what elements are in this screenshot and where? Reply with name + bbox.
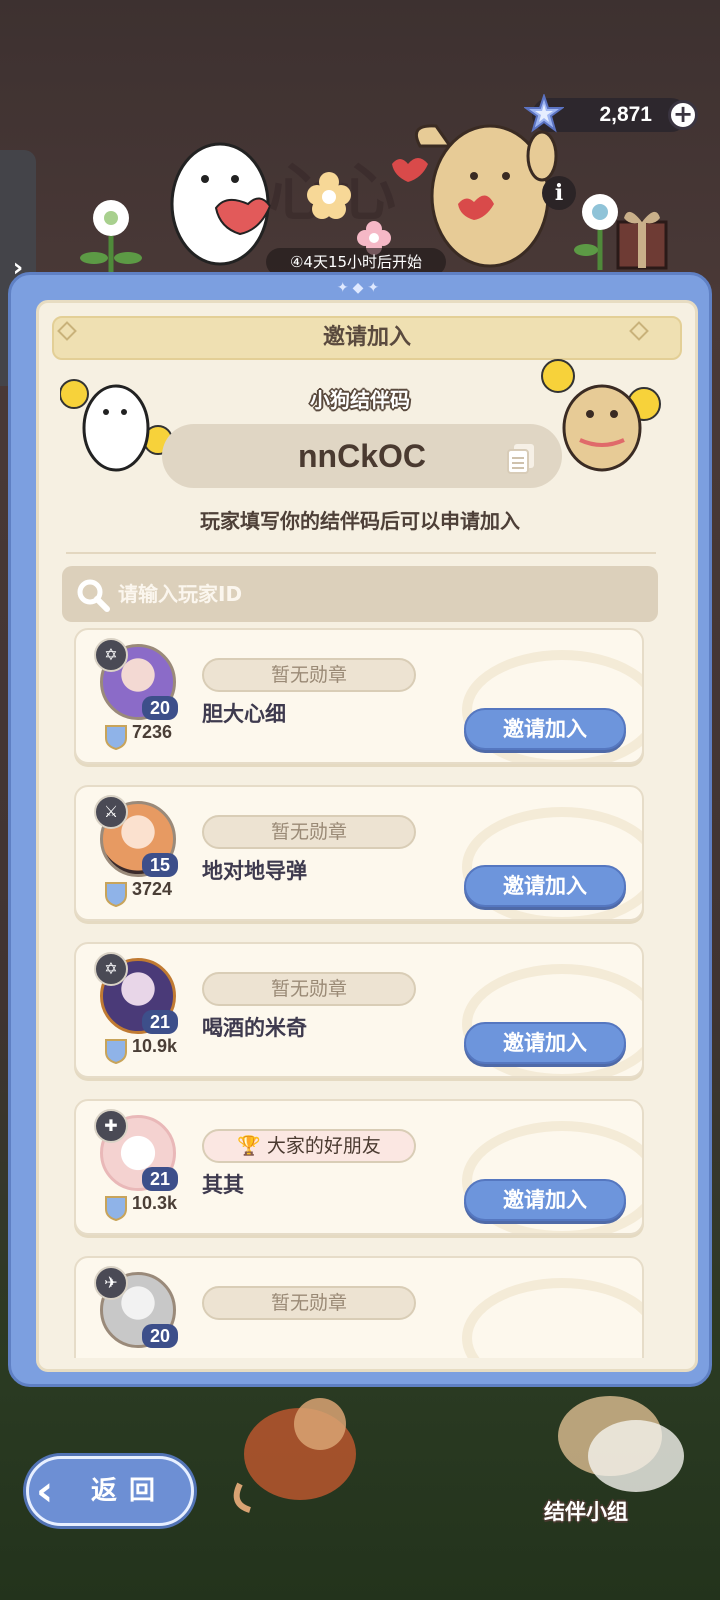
flower-badge-icon — [307, 172, 351, 219]
cat-character-decoration-icon — [233, 1398, 356, 1513]
player-card: ⚔ 15 3724 暂无勋章 地对地导弹 邀请加入 — [74, 785, 644, 921]
back-arrow-icon: ‹ — [36, 1466, 54, 1515]
tan-puppy-decoration-icon — [392, 124, 558, 268]
invite-button[interactable]: 邀请加入 — [464, 708, 626, 750]
search-icon — [77, 579, 110, 612]
player-card: ✈ 20 暂无勋章 — [74, 1256, 644, 1358]
copy-icon[interactable] — [506, 442, 536, 474]
player-level: 21 — [142, 1167, 178, 1191]
partner-code-label: 小狗结伴码 — [310, 388, 410, 412]
player-card: ✡ 21 10.9k 暂无勋章 喝酒的米奇 邀请加入 — [74, 942, 644, 1078]
player-level: 20 — [142, 1324, 178, 1348]
shield-power-icon — [105, 1196, 127, 1221]
player-id-search-input[interactable] — [118, 570, 638, 618]
player-power: 10.9k — [132, 1036, 178, 1056]
player-power: 7236 — [132, 722, 173, 742]
partner-group-label[interactable]: 结伴小组 — [544, 1496, 628, 1526]
medal-badge: 暂无勋章 — [202, 972, 416, 1006]
shield-power-icon — [105, 725, 127, 750]
divider — [66, 552, 656, 554]
sword-icon: ⚔ — [94, 795, 128, 829]
panel-diamond-decoration-icon: ✦◆✦ — [336, 280, 384, 296]
white-puppy-decoration-icon — [170, 142, 272, 266]
invite-button[interactable]: 邀请加入 — [464, 1022, 626, 1064]
compass-icon: ✡ — [94, 638, 128, 672]
gift-box-icon — [616, 211, 668, 270]
add-currency-button[interactable]: + — [668, 100, 698, 130]
invite-banner-title: 邀请加入 — [52, 316, 682, 360]
player-power: 3724 — [132, 879, 173, 899]
medal-trophy-icon: 🏆 — [237, 1135, 267, 1157]
puppy-group-decoration-icon — [558, 1396, 684, 1492]
player-power: 10.3k — [132, 1193, 178, 1213]
invite-button[interactable]: 邀请加入 — [464, 1179, 626, 1221]
card-background-decoration — [462, 1278, 642, 1358]
player-level: 20 — [142, 696, 178, 720]
compass-icon: ✡ — [94, 952, 128, 986]
player-level: 21 — [142, 1010, 178, 1034]
cheering-white-puppy-icon — [60, 379, 173, 472]
player-level: 15 — [142, 853, 178, 877]
wing-icon: ✈ — [94, 1266, 128, 1300]
player-list[interactable]: ✡ 20 7236 暂无勋章 胆大心细 邀请加入 ⚔ 15 3724 暂无勋章 … — [62, 628, 662, 1358]
invite-button[interactable]: 邀请加入 — [464, 865, 626, 907]
medal-badge: 暂无勋章 — [202, 815, 416, 849]
currency-value: 2,871 — [599, 103, 652, 126]
player-name: 地对地导弹 — [202, 859, 307, 883]
player-name: 其其 — [202, 1173, 244, 1197]
flower-decoration-icon — [80, 200, 142, 276]
shield-power-icon — [105, 882, 127, 907]
medal-badge: 暂无勋章 — [202, 1286, 416, 1320]
player-name: 胆大心细 — [202, 702, 286, 726]
banner-title-text: 邀请加入 — [322, 325, 411, 350]
player-card: ✡ 20 7236 暂无勋章 胆大心细 邀请加入 — [74, 628, 644, 764]
shield-power-icon — [105, 1039, 127, 1064]
cross-icon: ✚ — [94, 1109, 128, 1143]
medal-badge: 暂无勋章 — [202, 658, 416, 692]
player-card: ✚ 21 10.3k 🏆 大家的好朋友 其其 邀请加入 — [74, 1099, 644, 1235]
medal-title: 大家的好朋友 — [266, 1135, 381, 1157]
player-name: 喝酒的米奇 — [202, 1016, 307, 1040]
partner-code-display: nnCkOC — [162, 424, 562, 488]
medal-badge: 🏆 大家的好朋友 — [202, 1129, 416, 1163]
info-icon[interactable]: i — [542, 176, 576, 210]
partner-code-hint: 玩家填写你的结伴码后可以申请加入 — [200, 509, 520, 533]
